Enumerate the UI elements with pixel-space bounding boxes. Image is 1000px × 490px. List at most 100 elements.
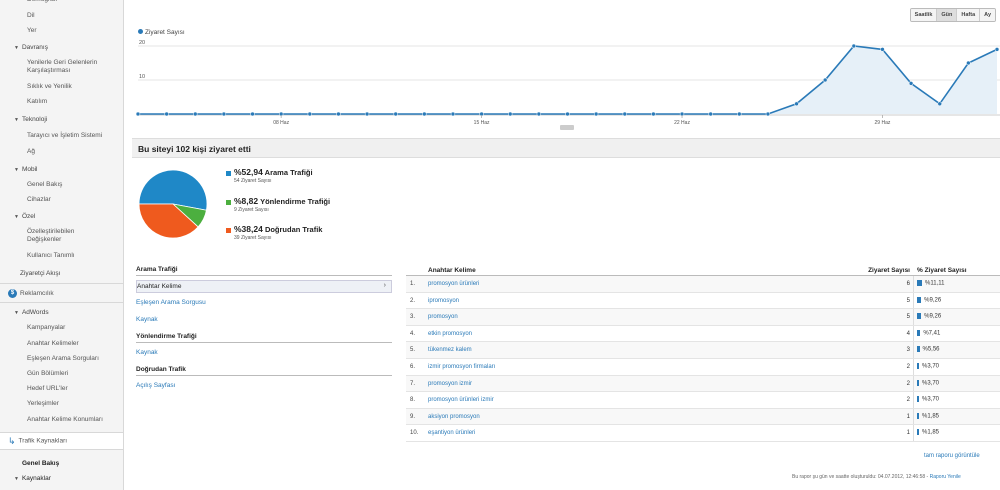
sidebar-item-19[interactable]: Kampanyalar (0, 324, 123, 332)
data-point[interactable] (966, 60, 971, 66)
sidebar-item-25[interactable]: Anahtar Kelime Konumları (0, 416, 123, 424)
data-point[interactable] (364, 111, 370, 117)
sidebar-item-16[interactable]: Ziyaretçi Akışı (0, 270, 123, 278)
data-point[interactable] (794, 101, 799, 107)
sidebar-item-5[interactable]: Sıklık ve Yenilik (0, 83, 123, 91)
traffic-dimension-link[interactable]: Açılış Sayfası (136, 380, 392, 391)
sidebar-item-9[interactable]: Ağ (0, 148, 123, 156)
header-visit-pct[interactable]: % Ziyaret Sayısı (917, 267, 967, 274)
visit-pct-value: %1,85 (922, 429, 940, 436)
header-keyword[interactable]: Anahtar Kelime (428, 267, 476, 274)
sidebar-item-12[interactable]: Cihazlar (0, 196, 123, 204)
sidebar-item-3[interactable]: ▼ Davranış (0, 44, 123, 52)
x-tick-label: 22 Haz (674, 120, 690, 126)
sidebar-item-label: Demografi (27, 0, 57, 3)
visit-pct-value: %7,41 (923, 330, 941, 337)
data-point[interactable] (536, 111, 542, 117)
data-point[interactable] (135, 111, 141, 117)
column-divider (913, 358, 914, 375)
data-point[interactable] (765, 111, 771, 117)
traffic-dimension-link[interactable]: Eşleşen Arama Sorgusu (136, 297, 392, 308)
data-point[interactable] (937, 101, 942, 107)
data-point[interactable] (507, 111, 513, 117)
granularity-button-3[interactable]: Ay (979, 9, 995, 21)
data-point[interactable] (393, 111, 398, 117)
caret-down-icon: ▼ (14, 117, 19, 123)
full-report-link[interactable]: tam raporu görüntüle (924, 453, 980, 459)
data-point[interactable] (880, 47, 885, 52)
x-tick-label: 15 Haz (474, 120, 490, 126)
data-point[interactable] (593, 111, 599, 117)
traffic-dimension-link[interactable]: Anahtar Kelime › (136, 280, 392, 293)
data-point[interactable] (565, 111, 570, 117)
refresh-report-link[interactable]: Raporu Yenile (930, 474, 961, 480)
sidebar-item-10[interactable]: ▼ Mobil (0, 166, 123, 174)
y-tick-label: 10 (139, 74, 145, 80)
keyword-link[interactable]: aksiyon promosyon (428, 414, 480, 420)
sidebar-item-0[interactable]: Demografi (0, 0, 123, 4)
data-point[interactable] (422, 111, 427, 117)
keyword-link[interactable]: eşantiyon ürünleri (428, 430, 475, 436)
traffic-dimension-label: Eşleşen Arama Sorgusu (136, 299, 206, 306)
sidebar-item-28[interactable]: ▼ Kaynaklar (0, 475, 123, 483)
data-point[interactable] (994, 47, 1000, 52)
sidebar-item-18[interactable]: ▼ AdWords (0, 309, 123, 317)
pie-legend-main: %8,82 Yönlendirme Trafiği (226, 196, 330, 206)
data-point[interactable] (164, 111, 169, 117)
sidebar-item-2[interactable]: Yer (0, 27, 123, 35)
data-point[interactable] (622, 111, 628, 117)
data-point[interactable] (908, 81, 914, 86)
sidebar-item-24[interactable]: Yerleşimler (0, 400, 123, 408)
granularity-button-1[interactable]: Gün (936, 9, 957, 21)
sidebar-item-20[interactable]: Anahtar Kelimeler (0, 340, 123, 348)
chart-resize-handle[interactable] (560, 125, 574, 130)
sidebar-item-14[interactable]: Özelleştirilebilen Değişkenler (0, 228, 123, 244)
granularity-button-2[interactable]: Hafta (956, 9, 980, 21)
data-point[interactable] (250, 111, 255, 117)
sidebar-item-15[interactable]: Kullanıcı Tanımlı (0, 252, 123, 260)
traffic-dimension-label: Kaynak (136, 316, 158, 323)
sidebar-item-8[interactable]: Tarayıcı ve İşletim Sistemi (0, 132, 123, 140)
sidebar-item-7[interactable]: ▼ Teknoloji (0, 116, 123, 124)
data-point[interactable] (651, 111, 656, 117)
data-point[interactable] (450, 111, 456, 117)
keyword-link[interactable]: promosyon ürünleri izmir (428, 397, 494, 403)
keyword-link[interactable]: tükenmez kalem (428, 347, 472, 353)
header-visits[interactable]: Ziyaret Sayısı (836, 267, 910, 274)
sidebar-item-6[interactable]: Katılım (0, 98, 123, 106)
data-point[interactable] (336, 111, 341, 117)
column-divider (913, 425, 914, 441)
y-tick-label: 20 (139, 40, 145, 46)
data-point[interactable] (708, 111, 713, 117)
keyword-link[interactable]: ipromosyon (428, 298, 459, 304)
keyword-link[interactable]: etkin promosyon (428, 331, 472, 337)
data-point[interactable] (822, 77, 828, 83)
sidebar-item-13[interactable]: ▼ Özel (0, 213, 123, 221)
chevron-right-icon: › (383, 282, 386, 289)
sidebar-item-22[interactable]: Gün Bölümleri (0, 370, 123, 378)
legend-swatch-icon (226, 170, 231, 176)
data-point[interactable] (307, 111, 313, 117)
sidebar-item-21[interactable]: Eşleşen Arama Sorguları (0, 355, 123, 363)
data-point[interactable] (851, 43, 857, 49)
sidebar-item-23[interactable]: Hedef URL'ler (0, 385, 123, 393)
sidebar-item-11[interactable]: Genel Bakış (0, 181, 123, 189)
sidebar-item-17[interactable]: $ Reklamcılık (0, 289, 123, 298)
data-point[interactable] (221, 111, 227, 117)
sidebar-item-1[interactable]: Dil (0, 12, 123, 20)
keyword-link[interactable]: promosyon izmir (428, 381, 472, 387)
table-row: 9. aksiyon promosyon 1 %1,85 (406, 408, 1000, 426)
data-point[interactable] (193, 111, 198, 117)
sidebar-item-4[interactable]: Yenilerle Geri Gelenlerin Karşılaştırmas… (0, 59, 123, 75)
traffic-dimension-link[interactable]: Kaynak (136, 314, 392, 325)
sidebar-item-27[interactable]: Genel Bakış (0, 460, 123, 468)
data-point[interactable] (737, 111, 742, 117)
traffic-dimension-link[interactable]: Kaynak (136, 347, 392, 358)
keyword-link[interactable]: promosyon (428, 314, 458, 320)
granularity-button-0[interactable]: Saatlik (910, 9, 937, 21)
keyword-link[interactable]: izmir promosyon firmaları (428, 364, 495, 370)
row-number: 1. (410, 281, 416, 287)
sidebar-item-26[interactable]: ↳ Trafik Kaynakları (0, 432, 123, 450)
pie-legend-item: %38,24 Doğrudan Trafik 39 Ziyaret Sayısı (226, 224, 322, 241)
keyword-link[interactable]: promosyon ürünleri (428, 281, 479, 287)
